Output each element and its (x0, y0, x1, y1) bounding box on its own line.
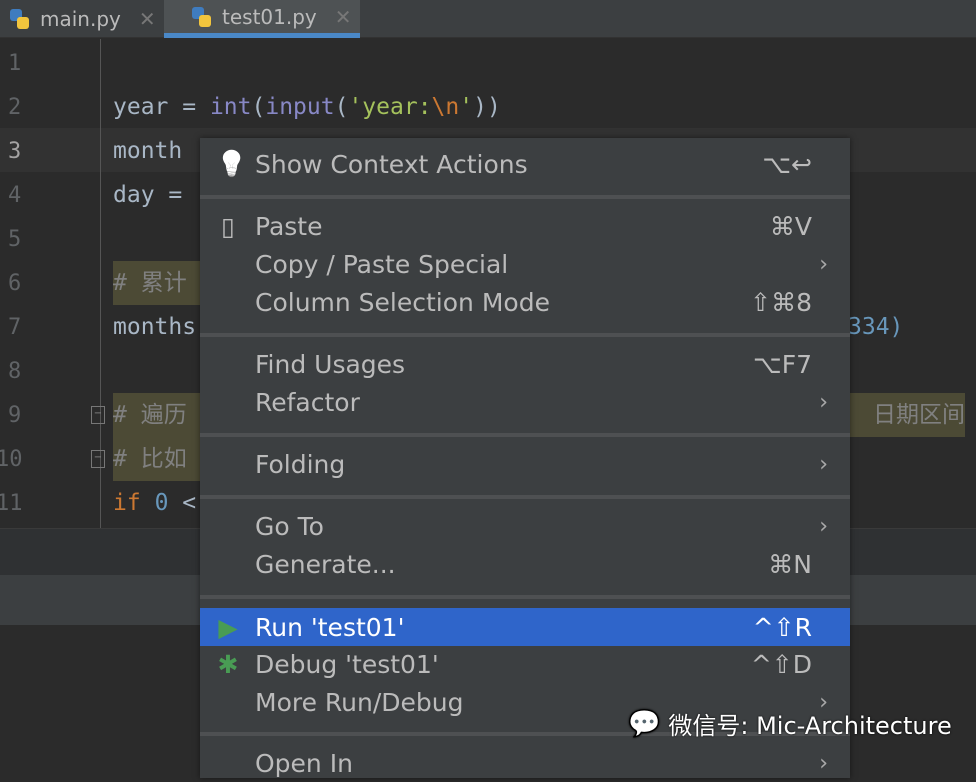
tab-label: main.py (40, 7, 121, 31)
chevron-right-icon: › (819, 750, 828, 776)
code-token: 0 (154, 490, 169, 516)
menu-item-label: Find Usages (255, 349, 406, 379)
code-token: < (168, 490, 197, 516)
code-token: if (113, 490, 141, 516)
code-token: 'year: (348, 94, 432, 120)
clipboard-icon: ▯ (221, 211, 235, 241)
line-number: 11 (0, 491, 23, 516)
menu-item-label: Go To (255, 511, 324, 541)
chevron-right-icon: › (819, 513, 828, 539)
menu-item-label: Open In (255, 748, 353, 778)
watermark: 💬 微信号: Mic-Architecture (628, 706, 952, 741)
tab-label: test01.py (222, 4, 317, 29)
menu-item-label: More Run/Debug (255, 687, 464, 717)
menu-separator (200, 495, 850, 499)
lightbulb-icon: 💡 (216, 149, 248, 178)
menu-item-folding[interactable]: Folding › (200, 445, 850, 483)
chevron-right-icon: › (819, 251, 828, 277)
code-line-11[interactable]: if 0 < (113, 481, 196, 525)
chevron-right-icon: › (819, 451, 828, 477)
line-number: 5 (8, 227, 22, 252)
line-number: 10 (0, 447, 23, 472)
menu-item-shortcut: ⌘N (768, 549, 812, 579)
code-token: \n (431, 94, 460, 120)
menu-item-label: Debug 'test01' (255, 649, 439, 679)
line-number: 9 (8, 403, 22, 428)
code-token: year = (113, 94, 210, 120)
menu-item-run-test01[interactable]: ▶ Run 'test01' ^⇧R (200, 608, 850, 646)
menu-item-shortcut: ⇧⌘8 (750, 287, 812, 317)
menu-separator (200, 595, 850, 599)
menu-item-label: Refactor (255, 387, 360, 417)
fold-collapse-icon[interactable]: − (91, 406, 105, 424)
menu-item-show-context-actions[interactable]: 💡 Show Context Actions ⌥↩ (200, 145, 850, 183)
menu-item-label: Run 'test01' (255, 612, 405, 642)
menu-item-go-to[interactable]: Go To › (200, 507, 850, 545)
menu-item-label: Show Context Actions (255, 149, 528, 179)
code-line-7-right[interactable]: 334) (848, 305, 903, 349)
python-file-icon (188, 4, 214, 30)
menu-item-shortcut: ⌘V (769, 211, 812, 241)
tab-test01-py[interactable]: test01.py ✕ (164, 0, 360, 38)
line-number: 1 (8, 51, 22, 76)
line-number: 8 (8, 359, 22, 384)
menu-item-shortcut: ⌥F7 (752, 349, 812, 379)
wechat-icon: 💬 (628, 708, 661, 739)
watermark-text: 微信号: Mic-Architecture (668, 712, 952, 740)
menu-separator (200, 195, 850, 199)
debug-icon: ✱ (217, 649, 239, 679)
chevron-right-icon: › (819, 389, 828, 415)
menu-item-shortcut: ^⇧R (752, 612, 812, 642)
tab-main-py[interactable]: main.py ✕ (0, 0, 164, 38)
menu-item-refactor[interactable]: Refactor › (200, 383, 850, 421)
menu-item-label: Generate... (255, 549, 396, 579)
menu-item-label: Copy / Paste Special (255, 249, 509, 279)
line-number: 7 (8, 315, 22, 340)
code-token: ' (459, 94, 474, 120)
menu-item-label: Paste (255, 211, 323, 241)
menu-item-shortcut: ⌥↩ (762, 149, 812, 179)
menu-item-generate[interactable]: Generate... ⌘N (200, 545, 850, 583)
fold-end-icon[interactable]: − (91, 450, 105, 468)
menu-item-shortcut: ^⇧D (750, 649, 812, 679)
context-menu: 💡 Show Context Actions ⌥↩ ▯ Paste ⌘V Copy / Pa… (200, 138, 850, 778)
code-line-7[interactable]: months (113, 305, 196, 349)
code-line-3[interactable]: month (113, 129, 182, 173)
line-number: 6 (8, 271, 22, 296)
menu-item-find-usages[interactable]: Find Usages ⌥F7 (200, 345, 850, 383)
code-line-9-right[interactable]: 日期区间 (850, 393, 965, 437)
menu-item-label: Column Selection Mode (255, 287, 550, 317)
code-token: ( (334, 94, 349, 120)
menu-item-open-in[interactable]: Open In › (200, 744, 850, 782)
code-line-4[interactable]: day = (113, 173, 182, 217)
line-number: 2 (8, 95, 22, 120)
line-number: 4 (8, 183, 22, 208)
python-file-icon (6, 6, 32, 32)
editor-tab-bar: main.py ✕ test01.py ✕ (0, 0, 976, 38)
menu-item-column-selection-mode[interactable]: Column Selection Mode ⇧⌘8 (200, 283, 850, 321)
code-token: ( (251, 94, 266, 120)
menu-item-debug-test01[interactable]: ✱ Debug 'test01' ^⇧D (200, 645, 850, 683)
menu-item-copy-paste-special[interactable]: Copy / Paste Special › (200, 245, 850, 283)
menu-item-paste[interactable]: ▯ Paste ⌘V (200, 207, 850, 245)
run-icon: ▶ (218, 612, 238, 642)
close-icon[interactable]: ✕ (335, 5, 352, 29)
code-token: int (209, 94, 252, 120)
menu-separator (200, 433, 850, 437)
close-icon[interactable]: ✕ (139, 7, 156, 31)
line-number: 3 (8, 139, 22, 164)
code-token: )) (473, 94, 501, 120)
code-line-2[interactable]: year = int(input('year:\n')) (113, 85, 501, 129)
code-token: input (265, 94, 335, 120)
menu-item-label: Folding (255, 449, 346, 479)
menu-separator (200, 333, 850, 337)
